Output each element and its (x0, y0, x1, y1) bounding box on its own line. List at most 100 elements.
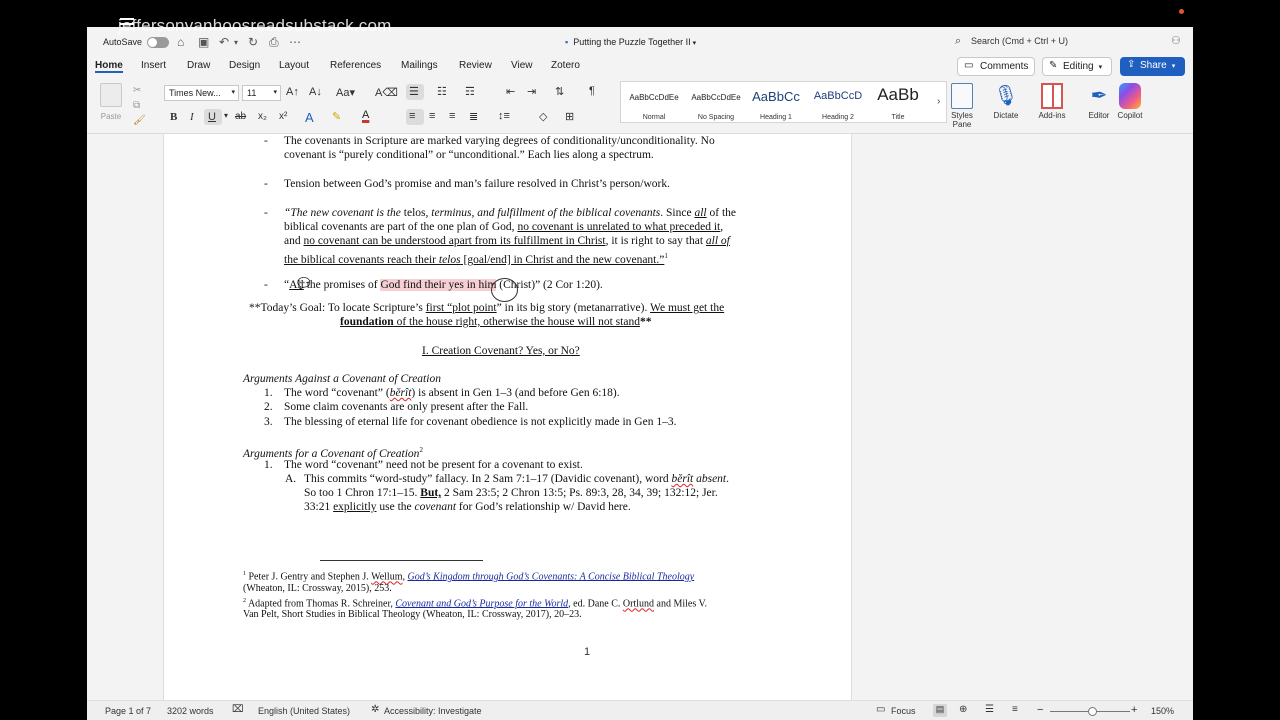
chevron-down-icon: ▾ (1098, 64, 1103, 71)
tab-draw[interactable]: Draw (187, 60, 210, 71)
search-icon: ⌕ (955, 35, 962, 47)
shrink-font-icon[interactable]: A↓ (309, 86, 322, 98)
redo-icon[interactable]: ↻ (248, 35, 258, 49)
footnote-separator (320, 560, 483, 561)
align-right-icon[interactable]: ≡ (449, 110, 455, 122)
proofing-icon[interactable]: ⌧ (232, 704, 244, 715)
text-effects-icon[interactable]: A (305, 110, 314, 125)
copy-icon[interactable]: ⧉ (133, 98, 146, 113)
styles-pane-button[interactable]: Styles Pane (947, 83, 977, 129)
autosave-toggle[interactable] (147, 37, 169, 48)
comments-button[interactable]: ▭ Comments (957, 57, 1035, 76)
share-button[interactable]: ⇪ Share ▾ (1120, 57, 1185, 76)
bold-icon[interactable]: B (170, 111, 177, 123)
word-count[interactable]: 3202 words (167, 706, 214, 716)
home-icon[interactable]: ⌂ (177, 35, 184, 49)
font-name-select[interactable]: Times New... ▾ (164, 85, 239, 101)
tab-references[interactable]: References (330, 60, 381, 71)
grow-font-icon[interactable]: A↑ (286, 86, 299, 98)
shading-icon[interactable]: ◇ (539, 110, 547, 123)
undo-icon[interactable]: ↶ (219, 35, 229, 49)
share-people-icon[interactable]: ⚇ (1171, 34, 1181, 47)
language-indicator[interactable]: English (United States) (258, 706, 350, 716)
gallery-more-icon[interactable]: › (937, 96, 940, 107)
strikethrough-icon[interactable]: ab (235, 111, 246, 122)
addins-button[interactable]: Add-ins (1035, 83, 1069, 120)
tab-design[interactable]: Design (229, 60, 260, 71)
document-icon: ▪ (565, 37, 569, 47)
share-icon: ⇪ (1127, 59, 1136, 70)
document-page[interactable]: - The covenants in Scripture are marked … (163, 134, 852, 700)
accessibility-status[interactable]: Accessibility: Investigate (384, 706, 482, 716)
zoom-slider-handle[interactable] (1088, 707, 1097, 716)
web-layout-icon[interactable]: ⊕ (959, 704, 967, 715)
style-title[interactable]: AaBb Title (867, 82, 929, 124)
format-painter-icon[interactable]: 🖌 (133, 113, 146, 128)
style-heading-1[interactable]: AaBbCc Heading 1 (745, 82, 807, 124)
font-color-icon[interactable]: A (362, 109, 369, 121)
subscript-icon[interactable]: x₂ (258, 111, 267, 122)
page-indicator[interactable]: Page 1 of 7 (105, 706, 151, 716)
save-icon[interactable]: ▣ (198, 35, 209, 49)
underline-icon[interactable]: U (208, 111, 216, 123)
print-layout-icon[interactable]: ▤ (933, 704, 947, 717)
document-title[interactable]: ▪ Putting the Puzzle Together II ▾ (565, 37, 696, 47)
multilevel-list-icon[interactable]: ☶ (465, 85, 475, 98)
change-case-icon[interactable]: Aa▾ (336, 86, 355, 99)
tab-review[interactable]: Review (459, 60, 492, 71)
borders-icon[interactable]: ⊞ (565, 110, 574, 123)
justify-icon[interactable]: ≣ (469, 110, 478, 123)
footnote-ref[interactable]: 1 (664, 252, 668, 260)
text-run: **Today’s Goal: To locate Scripture’s (249, 302, 426, 314)
style-normal[interactable]: AaBbCcDdEe Normal (623, 82, 685, 124)
sort-icon[interactable]: ⇅ (555, 85, 564, 98)
citation-link[interactable]: God’s Kingdom through God’s Covenants: A… (408, 571, 695, 582)
tab-layout[interactable]: Layout (279, 60, 309, 71)
cut-icon[interactable]: ✂ (133, 83, 146, 98)
editor-button[interactable]: ✒ Editor (1083, 83, 1115, 120)
for-item-1: The word “covenant” need not be present … (284, 459, 583, 471)
zoom-in-icon[interactable]: + (1131, 704, 1137, 716)
font-size-select[interactable]: 11 ▾ (242, 85, 281, 101)
focus-button[interactable]: Focus (891, 706, 916, 716)
superscript-icon[interactable]: x² (279, 111, 287, 122)
autosave-label: AutoSave (103, 37, 143, 47)
zoom-level[interactable]: 150% (1151, 706, 1174, 716)
text-run: bĕrît (389, 387, 412, 399)
line-spacing-icon[interactable]: ↕≡ (498, 110, 510, 122)
undo-dropdown-icon[interactable]: ▾ (234, 38, 238, 47)
highlight-icon[interactable]: ✎ (332, 110, 341, 123)
tab-mailings[interactable]: Mailings (401, 60, 438, 71)
outline-view-icon[interactable]: ☰ (985, 704, 994, 715)
decrease-indent-icon[interactable]: ⇤ (506, 85, 515, 98)
style-heading-2[interactable]: AaBbCcD Heading 2 (807, 82, 869, 124)
more-icon[interactable]: ⋯ (289, 35, 301, 49)
list-number: 2. (264, 401, 273, 413)
paste-button[interactable]: Paste (96, 83, 126, 121)
tab-zotero[interactable]: Zotero (551, 60, 580, 71)
align-center-icon[interactable]: ≡ (429, 110, 435, 122)
active-tab-indicator (95, 71, 123, 73)
clear-formatting-icon[interactable]: A⌫ (375, 86, 398, 99)
tab-insert[interactable]: Insert (141, 60, 166, 71)
text-run: All (289, 279, 304, 291)
editing-button[interactable]: ✎ Editing ▾ (1042, 57, 1112, 76)
footnote-ref[interactable]: 2 (419, 446, 423, 454)
dictate-button[interactable]: 🎙 Dictate (989, 83, 1023, 120)
align-left-icon[interactable]: ≡ (409, 110, 415, 122)
draft-view-icon[interactable]: ≡ (1012, 704, 1018, 715)
numbering-icon[interactable]: ☷ (437, 85, 447, 98)
tab-view[interactable]: View (511, 60, 533, 71)
zoom-out-icon[interactable]: − (1037, 704, 1043, 716)
italic-icon[interactable]: I (190, 111, 194, 123)
search-box[interactable]: ⌕ Search (Cmd + Ctrl + U) (951, 33, 1161, 51)
bullets-icon[interactable]: ☰ (409, 85, 419, 98)
copilot-button[interactable]: Copilot (1113, 83, 1147, 120)
style-no-spacing[interactable]: AaBbCcDdEe No Spacing (685, 82, 747, 124)
increase-indent-icon[interactable]: ⇥ (527, 85, 536, 98)
underline-dropdown-icon[interactable]: ▾ (224, 111, 228, 120)
print-icon[interactable]: ⎙ (269, 35, 279, 50)
tab-home[interactable]: Home (95, 60, 123, 71)
bullet-4: “All the promises of God find their yes … (284, 278, 603, 292)
paragraph-marks-icon[interactable]: ¶ (589, 85, 595, 97)
